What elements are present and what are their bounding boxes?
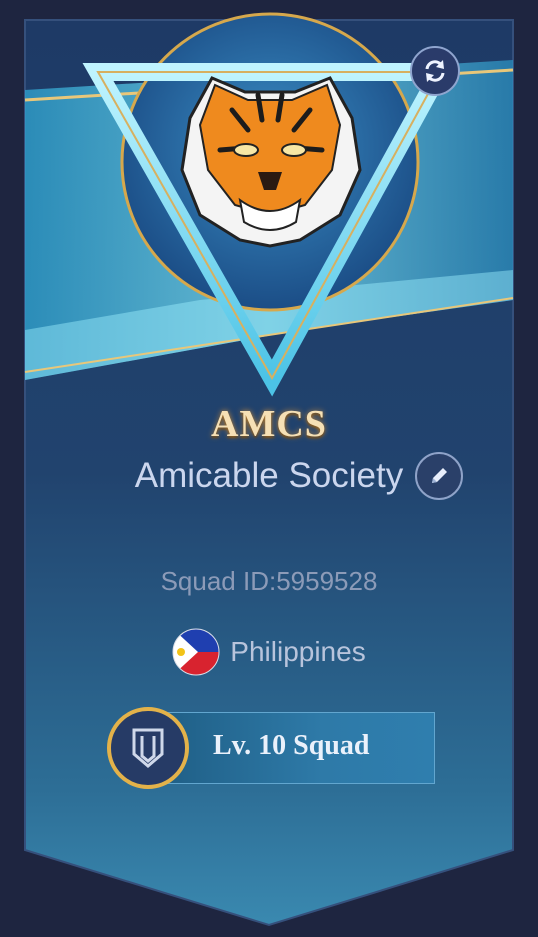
squad-card: AMCS Amicable Society Squad ID:5959528 P… [0,0,538,937]
edit-name-button[interactable] [415,452,464,500]
refresh-icon [425,60,445,82]
shield-level-icon [132,728,164,768]
refresh-button[interactable] [410,46,460,96]
squad-tag: AMCS [211,403,327,445]
squad-id: Squad ID:5959528 [160,566,378,596]
tiger-emblem [180,76,362,248]
country-name: Philippines [230,636,366,667]
squad-level-label: Lv. 10 Squad [213,730,370,761]
country-row: Philippines [0,628,538,676]
philippines-flag-icon [172,628,220,676]
pencil-icon [432,468,448,483]
squad-name: Amicable Society [134,456,404,495]
squad-name-row: Amicable Society [0,452,538,500]
level-badge [107,707,189,789]
